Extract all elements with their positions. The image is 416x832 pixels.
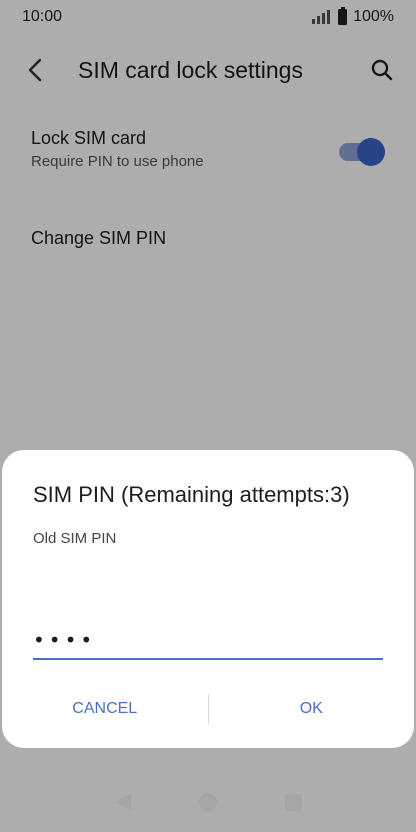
dialog-buttons: CANCEL OK	[2, 692, 414, 726]
dialog-title: SIM PIN (Remaining attempts:3)	[33, 482, 350, 507]
screen: 10:00 100% SIM card lock settings Lock S…	[0, 0, 416, 832]
old-pin-input[interactable]	[33, 622, 383, 660]
cancel-button[interactable]: CANCEL	[2, 692, 208, 726]
sim-pin-dialog: SIM PIN (Remaining attempts:3) Old SIM P…	[2, 450, 414, 748]
old-pin-label: Old SIM PIN	[33, 530, 117, 547]
ok-button[interactable]: OK	[209, 692, 415, 726]
